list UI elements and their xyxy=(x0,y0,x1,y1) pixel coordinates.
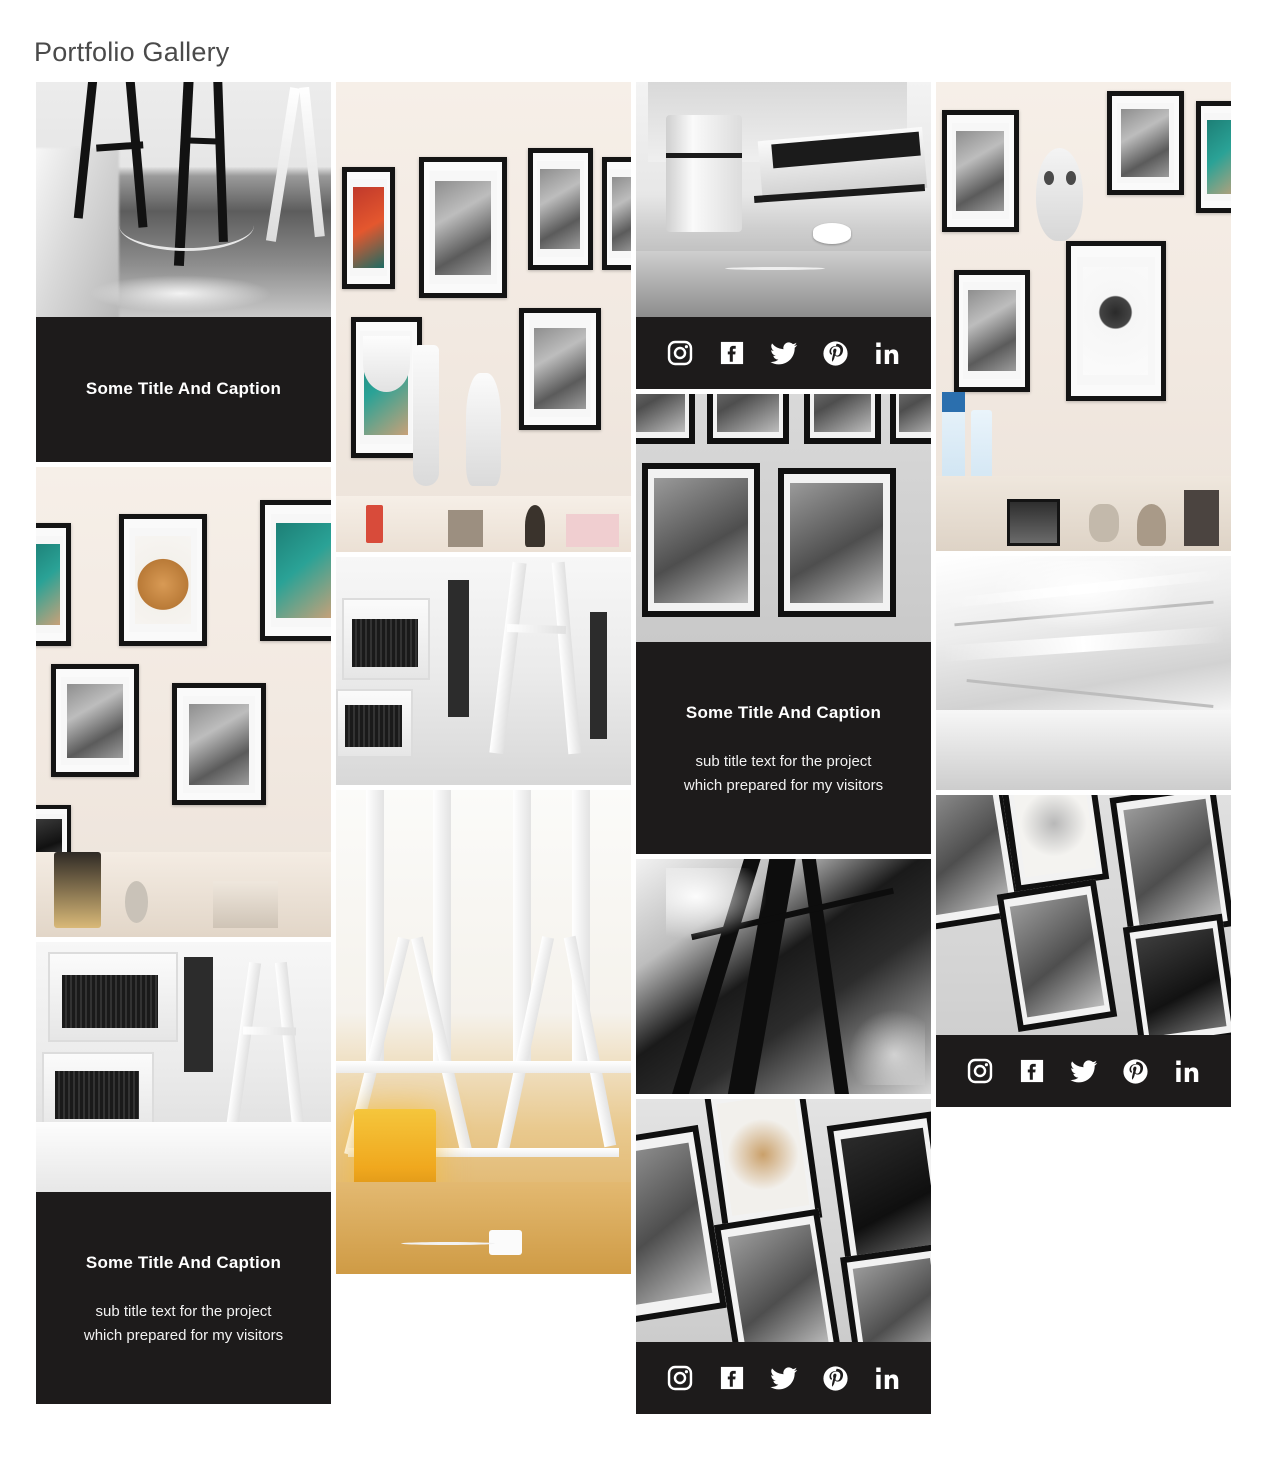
social-bar xyxy=(636,1342,931,1414)
photo-diagonal-frames-gloves xyxy=(936,795,1231,1035)
facebook-icon[interactable] xyxy=(717,1363,747,1393)
gallery-item[interactable]: Some Title And Caption xyxy=(36,82,331,462)
photo-wall-urinal-skull xyxy=(936,82,1231,551)
caption-subtitle-line-2: which prepared for my visitors xyxy=(683,777,884,795)
gallery-item[interactable] xyxy=(936,795,1231,1107)
caption-subtitle: sub title text for the project which pre… xyxy=(684,750,883,797)
gallery-item[interactable]: Some Title And Caption sub title text fo… xyxy=(36,942,331,1404)
photo-diagonal-frames-bottom xyxy=(636,1099,931,1342)
facebook-icon[interactable] xyxy=(1017,1056,1047,1086)
photo-imac-desk xyxy=(636,82,931,317)
social-bar xyxy=(936,1035,1231,1107)
photo-amp-trestle-leg xyxy=(336,557,631,785)
twitter-icon[interactable] xyxy=(1069,1056,1099,1086)
gallery-image[interactable] xyxy=(636,394,931,642)
caption-subtitle: sub title text for the project which pre… xyxy=(84,1300,283,1347)
instagram-icon[interactable] xyxy=(665,1363,695,1393)
pinterest-icon[interactable] xyxy=(821,1363,851,1393)
caption-subtitle-line-1: sub title text for the project xyxy=(695,753,872,771)
twitter-icon[interactable] xyxy=(769,1363,799,1393)
photo-gallery-wall-gloves xyxy=(36,467,331,937)
caption-subtitle-line-2: which prepared for my visitors xyxy=(83,1327,284,1345)
photo-stool-legs xyxy=(36,82,331,317)
instagram-icon[interactable] xyxy=(965,1056,995,1086)
gallery-grid: Some Title And Caption Some Title And Ca… xyxy=(36,82,1231,1414)
caption-title: Some Title And Caption xyxy=(85,379,282,399)
gallery-item[interactable] xyxy=(636,859,931,1094)
gallery-image[interactable] xyxy=(36,82,331,317)
caption-overlay: Some Title And Caption sub title text fo… xyxy=(36,1192,331,1404)
gallery-item[interactable] xyxy=(336,82,631,552)
instagram-icon[interactable] xyxy=(665,338,695,368)
caption-title: Some Title And Caption xyxy=(685,703,882,723)
social-bar xyxy=(636,317,931,389)
gallery-image[interactable] xyxy=(636,82,931,317)
photo-white-curve xyxy=(936,556,1231,790)
gallery-column-2 xyxy=(336,82,631,1274)
gallery-item[interactable] xyxy=(936,82,1231,551)
caption-title: Some Title And Caption xyxy=(85,1253,282,1273)
linkedin-icon[interactable] xyxy=(873,338,903,368)
pinterest-icon[interactable] xyxy=(821,338,851,368)
pinterest-icon[interactable] xyxy=(1121,1056,1151,1086)
photo-gallery-wall-red-poster xyxy=(336,82,631,552)
linkedin-icon[interactable] xyxy=(1173,1056,1203,1086)
gallery-item[interactable] xyxy=(336,557,631,785)
photo-bw-motorcycle-frames xyxy=(636,394,931,642)
facebook-icon[interactable] xyxy=(717,338,747,368)
portfolio-gallery-page: Portfolio Gallery Some Title And Caption… xyxy=(0,0,1261,1457)
caption-overlay: Some Title And Caption xyxy=(36,317,331,462)
gallery-column-1: Some Title And Caption Some Title And Ca… xyxy=(36,82,331,1404)
gallery-column-4 xyxy=(936,82,1231,1107)
gallery-item[interactable] xyxy=(36,467,331,937)
gallery-column-3: Some Title And Caption sub title text fo… xyxy=(636,82,931,1414)
page-title: Portfolio Gallery xyxy=(34,37,230,68)
gallery-image[interactable] xyxy=(636,1099,931,1342)
twitter-icon[interactable] xyxy=(769,338,799,368)
gallery-item[interactable] xyxy=(936,556,1231,790)
gallery-item[interactable] xyxy=(336,790,631,1274)
gallery-image[interactable] xyxy=(36,942,331,1192)
linkedin-icon[interactable] xyxy=(873,1363,903,1393)
gallery-item[interactable] xyxy=(636,1099,931,1414)
gallery-item[interactable] xyxy=(636,82,931,389)
photo-dark-abstract xyxy=(636,859,931,1094)
photo-amp-trestle xyxy=(36,942,331,1192)
gallery-item[interactable]: Some Title And Caption sub title text fo… xyxy=(636,394,931,854)
caption-subtitle-line-1: sub title text for the project xyxy=(95,1303,272,1321)
gallery-image[interactable] xyxy=(936,795,1231,1035)
caption-overlay: Some Title And Caption sub title text fo… xyxy=(636,642,931,854)
photo-yellow-lamp-desk xyxy=(336,790,631,1274)
